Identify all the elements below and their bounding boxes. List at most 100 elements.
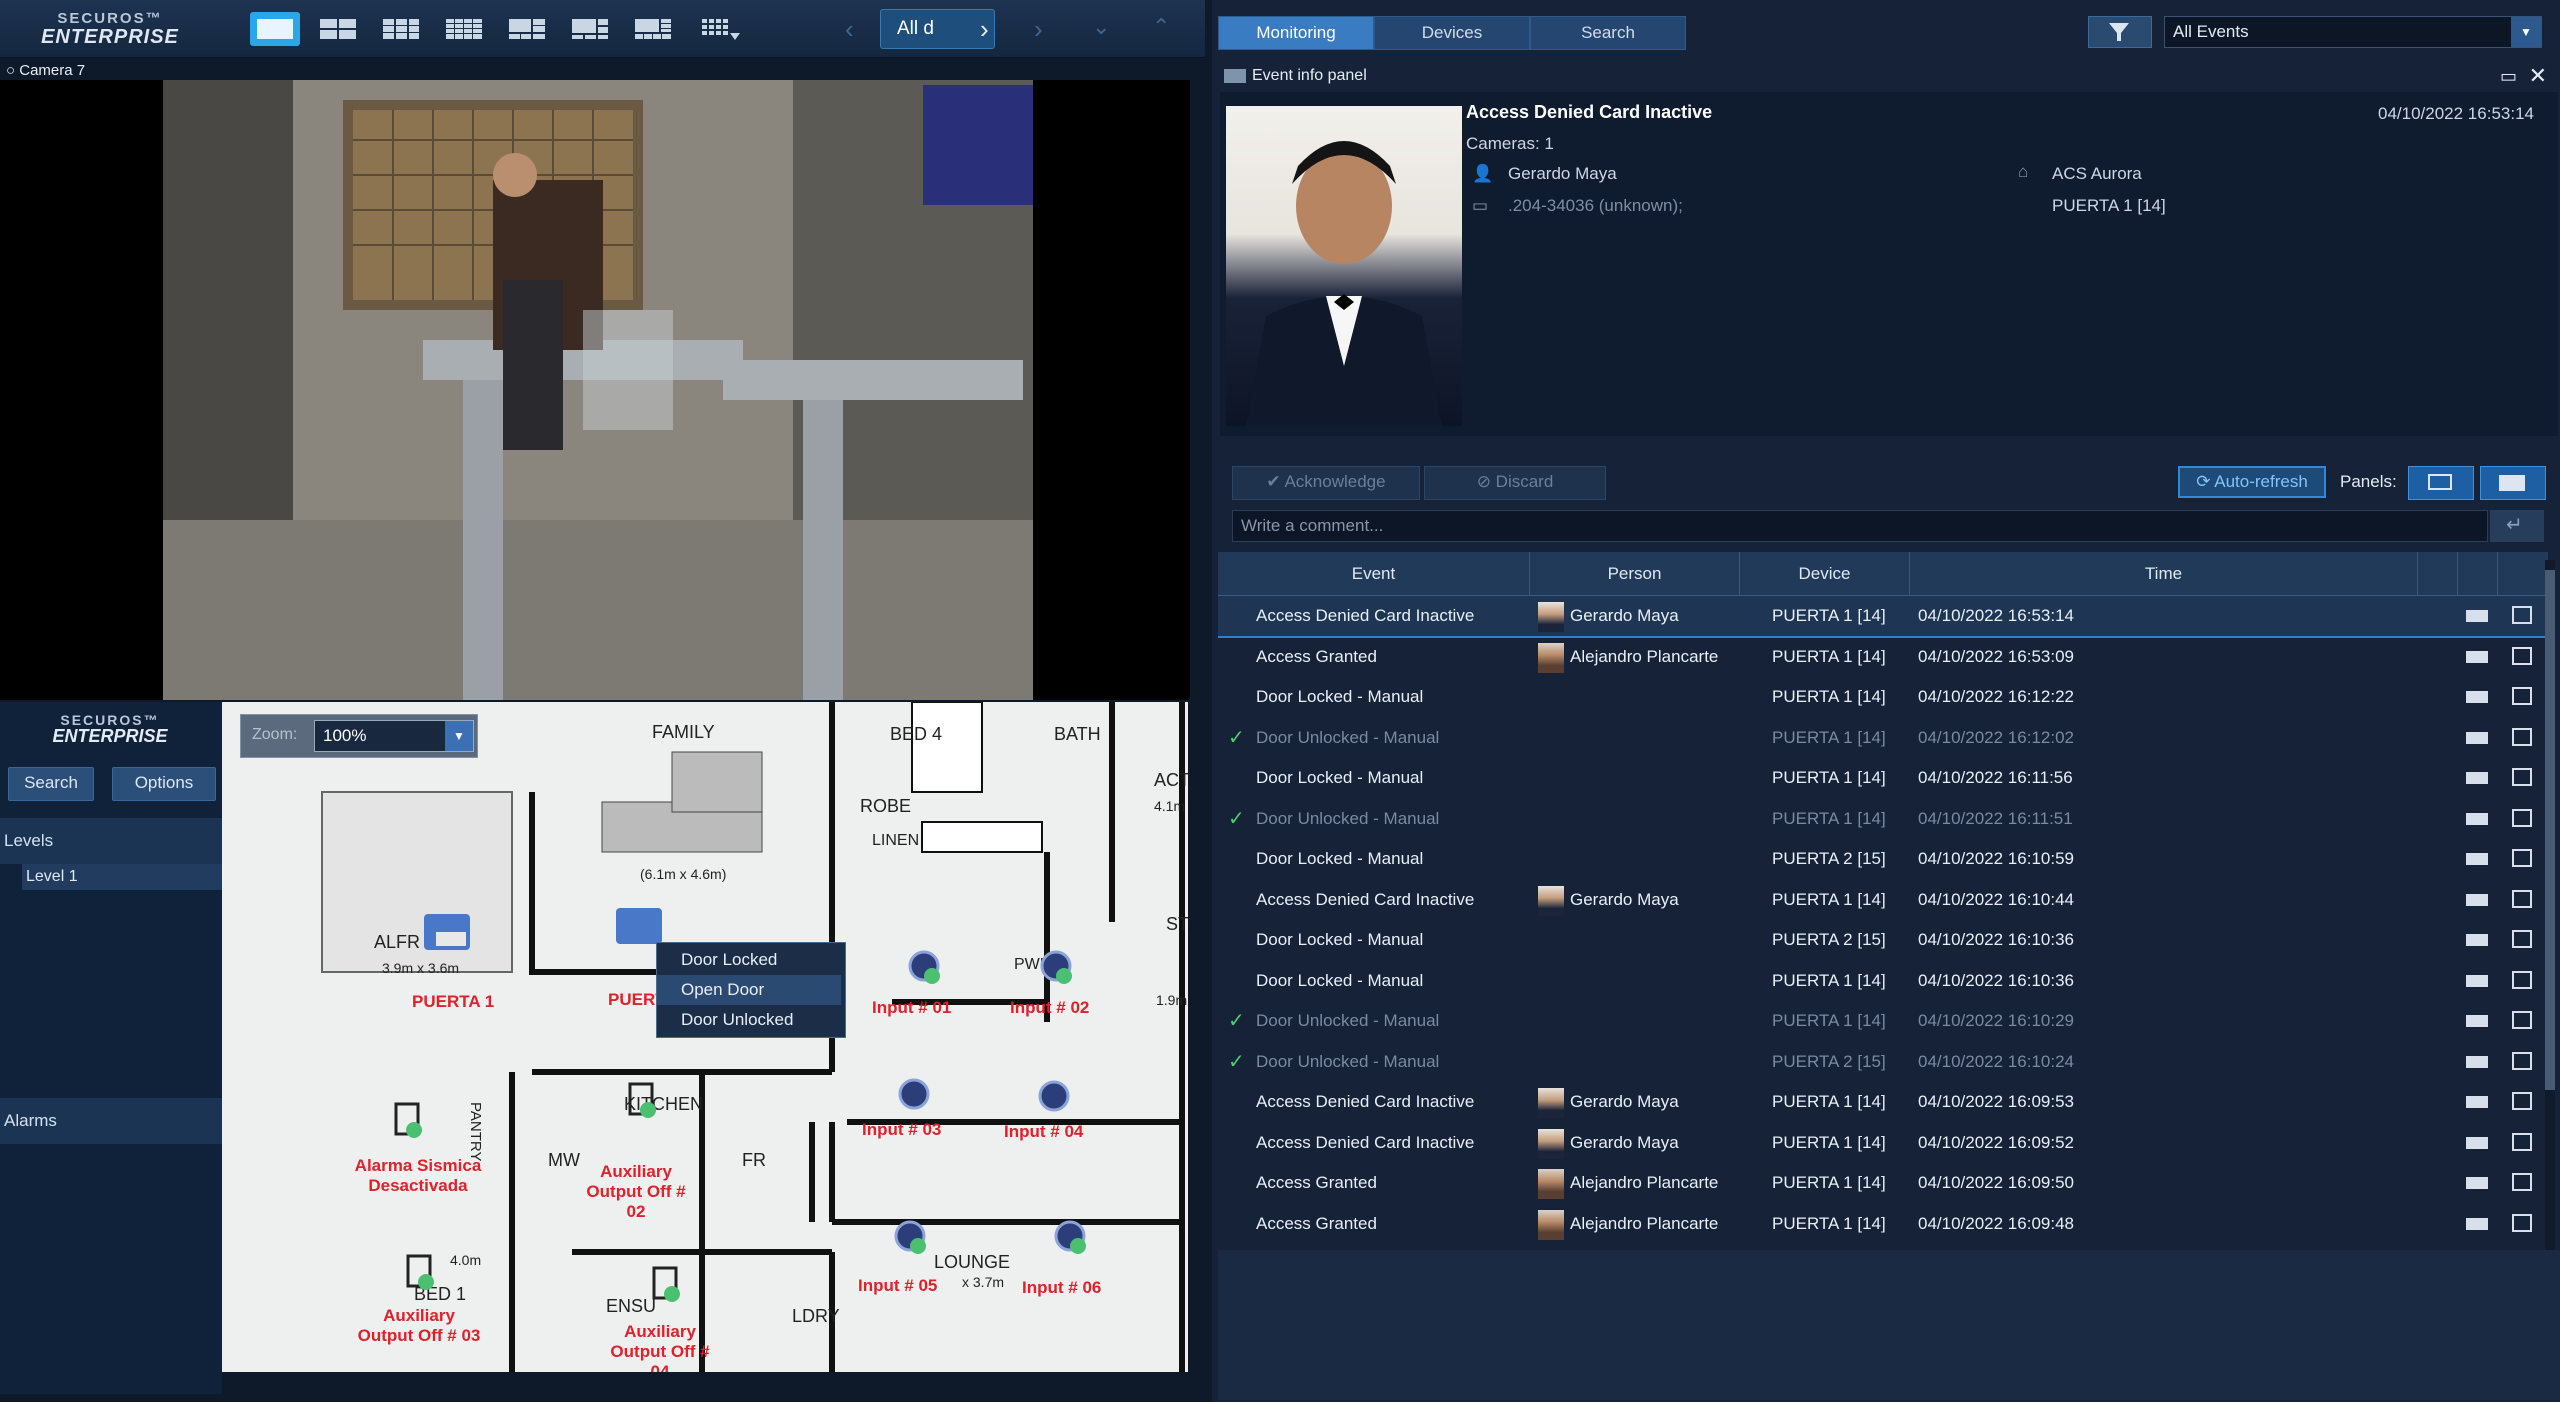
map-options-button[interactable]: Options (112, 767, 216, 801)
table-row[interactable]: ✓ Door Unlocked - Manual PUERTA 2 [15] 04/1… (1218, 1042, 2548, 1082)
chevron-up-icon[interactable]: ⌃ (1152, 14, 1170, 40)
next-page-icon[interactable]: › (1034, 14, 1043, 45)
table-row[interactable]: Access Denied Card Inactive Gerardo Maya P… (1218, 596, 2548, 638)
close-icon[interactable]: ✕ (2529, 62, 2547, 90)
panel-info-button[interactable] (2480, 466, 2546, 500)
column-time[interactable]: Time (1910, 552, 2418, 596)
table-row[interactable]: Access Granted Alejandro Plancarte PUERTA … (1218, 1163, 2548, 1203)
table-row[interactable]: Access Granted Alejandro Plancarte PUERTA … (1218, 637, 2548, 677)
film-archive-icon[interactable] (2512, 646, 2532, 665)
input-sensor-icon[interactable] (1034, 944, 1078, 988)
output-relay-icon[interactable] (622, 1080, 662, 1130)
device-label-input02[interactable]: Input # 02 (1010, 998, 1089, 1018)
column-device[interactable]: Device (1740, 552, 1910, 596)
device-label-input06[interactable]: Input # 06 (1022, 1278, 1101, 1298)
film-archive-icon[interactable] (2512, 970, 2532, 989)
video-camera-icon[interactable] (2466, 1136, 2488, 1149)
tab-search[interactable]: Search (1530, 16, 1686, 50)
map-search-button[interactable]: Search (8, 767, 94, 801)
device-label-aux02[interactable]: Auxiliary Output Off # 02 (576, 1162, 696, 1222)
table-row[interactable]: Access Denied Card Inactive Gerardo Maya P… (1218, 1082, 2548, 1122)
output-relay-icon[interactable] (388, 1100, 428, 1150)
table-row[interactable]: Door Locked - Manual PUERTA 2 [15] 04/10/2… (1218, 920, 2548, 960)
door-reader-icon[interactable] (614, 906, 664, 946)
layout-3x3-button[interactable] (376, 12, 426, 46)
acknowledge-button[interactable]: ✔ Acknowledge (1232, 466, 1420, 500)
video-camera-icon[interactable] (2466, 650, 2488, 663)
column-extra-2[interactable] (2458, 552, 2498, 596)
menu-item-open-door[interactable]: Open Door (657, 975, 841, 1005)
input-sensor-icon[interactable] (888, 1214, 932, 1258)
film-archive-icon[interactable] (2512, 1051, 2532, 1070)
input-sensor-icon[interactable] (1032, 1074, 1076, 1118)
table-row[interactable]: Access Denied Card Inactive Gerardo Maya P… (1218, 1123, 2548, 1163)
output-relay-icon[interactable] (646, 1264, 686, 1314)
film-archive-icon[interactable] (2512, 1011, 2532, 1029)
output-relay-icon[interactable] (400, 1252, 440, 1302)
levels-header[interactable]: Levels (0, 818, 222, 864)
video-camera-icon[interactable] (2466, 772, 2488, 784)
panel-comments-button[interactable] (2408, 466, 2474, 500)
send-comment-button[interactable]: ↵ (2490, 510, 2544, 542)
discard-button[interactable]: ⊘ Discard (1424, 466, 1606, 500)
video-camera-icon[interactable] (2466, 1217, 2488, 1230)
video-camera-icon[interactable] (2466, 1055, 2488, 1068)
layout-1x1-button[interactable] (250, 12, 300, 46)
layout-2x2-button[interactable] (313, 12, 363, 46)
layout-1plus3-button[interactable] (502, 12, 552, 46)
events-filter-select[interactable]: All Events ▼ (2164, 16, 2542, 48)
table-row[interactable]: Door Locked - Manual PUERTA 1 [14] 04/10/2… (1218, 961, 2548, 1001)
video-camera-icon[interactable] (2466, 1177, 2488, 1189)
filter-button[interactable] (2088, 16, 2152, 48)
auto-refresh-button[interactable]: ⟳ Auto-refresh (2178, 466, 2326, 498)
video-camera-icon[interactable] (2466, 1015, 2488, 1027)
device-label-puerta1[interactable]: PUERTA 1 (412, 992, 494, 1012)
column-extra-1[interactable] (2418, 552, 2458, 596)
input-sensor-icon[interactable] (892, 1072, 936, 1116)
table-row[interactable]: Door Locked - Manual PUERTA 1 [14] 04/10/2… (1218, 758, 2548, 798)
film-archive-icon[interactable] (2512, 849, 2532, 867)
table-row[interactable]: ✓ Door Unlocked - Manual PUERTA 1 [14] 04/1… (1218, 718, 2548, 758)
film-archive-icon[interactable] (2512, 606, 2532, 624)
video-camera-icon[interactable] (2466, 812, 2488, 825)
zoom-select[interactable]: 100% ▼ (314, 720, 474, 752)
device-label-aux04[interactable]: Auxiliary Output Off # 04 (600, 1322, 720, 1372)
tab-devices[interactable]: Devices (1374, 16, 1530, 50)
view-select[interactable]: All d (880, 9, 995, 49)
film-archive-icon[interactable] (2512, 1173, 2532, 1191)
device-label-input03[interactable]: Input # 03 (862, 1120, 941, 1140)
device-label-input04[interactable]: Input # 04 (1004, 1122, 1083, 1142)
film-archive-icon[interactable] (2512, 889, 2532, 908)
table-scrollbar-thumb[interactable] (2545, 570, 2555, 1090)
video-camera-icon[interactable] (2466, 974, 2488, 987)
device-label-aux03[interactable]: Auxiliary Output Off # 03 (354, 1306, 484, 1346)
film-archive-icon[interactable] (2512, 768, 2532, 786)
chevron-right-icon[interactable]: › (980, 14, 989, 45)
video-camera-icon[interactable] (2466, 1096, 2488, 1108)
video-camera-icon[interactable] (2466, 731, 2488, 744)
column-person[interactable]: Person (1530, 552, 1740, 596)
video-camera-icon[interactable] (2466, 893, 2488, 906)
device-label-alarma[interactable]: Alarma Sismica Desactivada (338, 1156, 498, 1196)
film-archive-icon[interactable] (2512, 1092, 2532, 1110)
layout-4x4-button[interactable] (439, 12, 489, 46)
door-reader-icon[interactable] (422, 912, 472, 952)
layout-more-button[interactable] (695, 12, 745, 46)
film-archive-icon[interactable] (2512, 687, 2532, 705)
table-row[interactable]: Access Denied Card Inactive Gerardo Maya P… (1218, 880, 2548, 920)
table-row[interactable]: Door Locked - Manual PUERTA 2 [15] 04/10/2… (1218, 839, 2548, 879)
table-row[interactable]: Door Locked - Manual PUERTA 1 [14] 04/10/2… (1218, 677, 2548, 717)
chevron-left-icon[interactable]: ‹ (845, 14, 854, 45)
device-label-input05[interactable]: Input # 05 (858, 1276, 937, 1296)
film-archive-icon[interactable] (2512, 1132, 2532, 1151)
floor-plan-map[interactable]: FAMILY BED 4 BATH ROBE LINEN (6.1m x 4.6… (222, 702, 1188, 1372)
film-archive-icon[interactable] (2512, 930, 2532, 948)
menu-item-door-unlocked[interactable]: Door Unlocked (657, 1005, 841, 1035)
input-sensor-icon[interactable] (1048, 1214, 1092, 1258)
table-row[interactable]: ✓ Door Unlocked - Manual PUERTA 1 [14] 04/1… (1218, 1001, 2548, 1041)
device-label-input01[interactable]: Input # 01 (872, 998, 951, 1018)
comment-input[interactable]: Write a comment... (1232, 510, 2488, 542)
video-camera-icon[interactable] (2466, 610, 2488, 622)
menu-item-door-locked[interactable]: Door Locked (657, 945, 841, 975)
video-camera-icon[interactable] (2466, 853, 2488, 865)
